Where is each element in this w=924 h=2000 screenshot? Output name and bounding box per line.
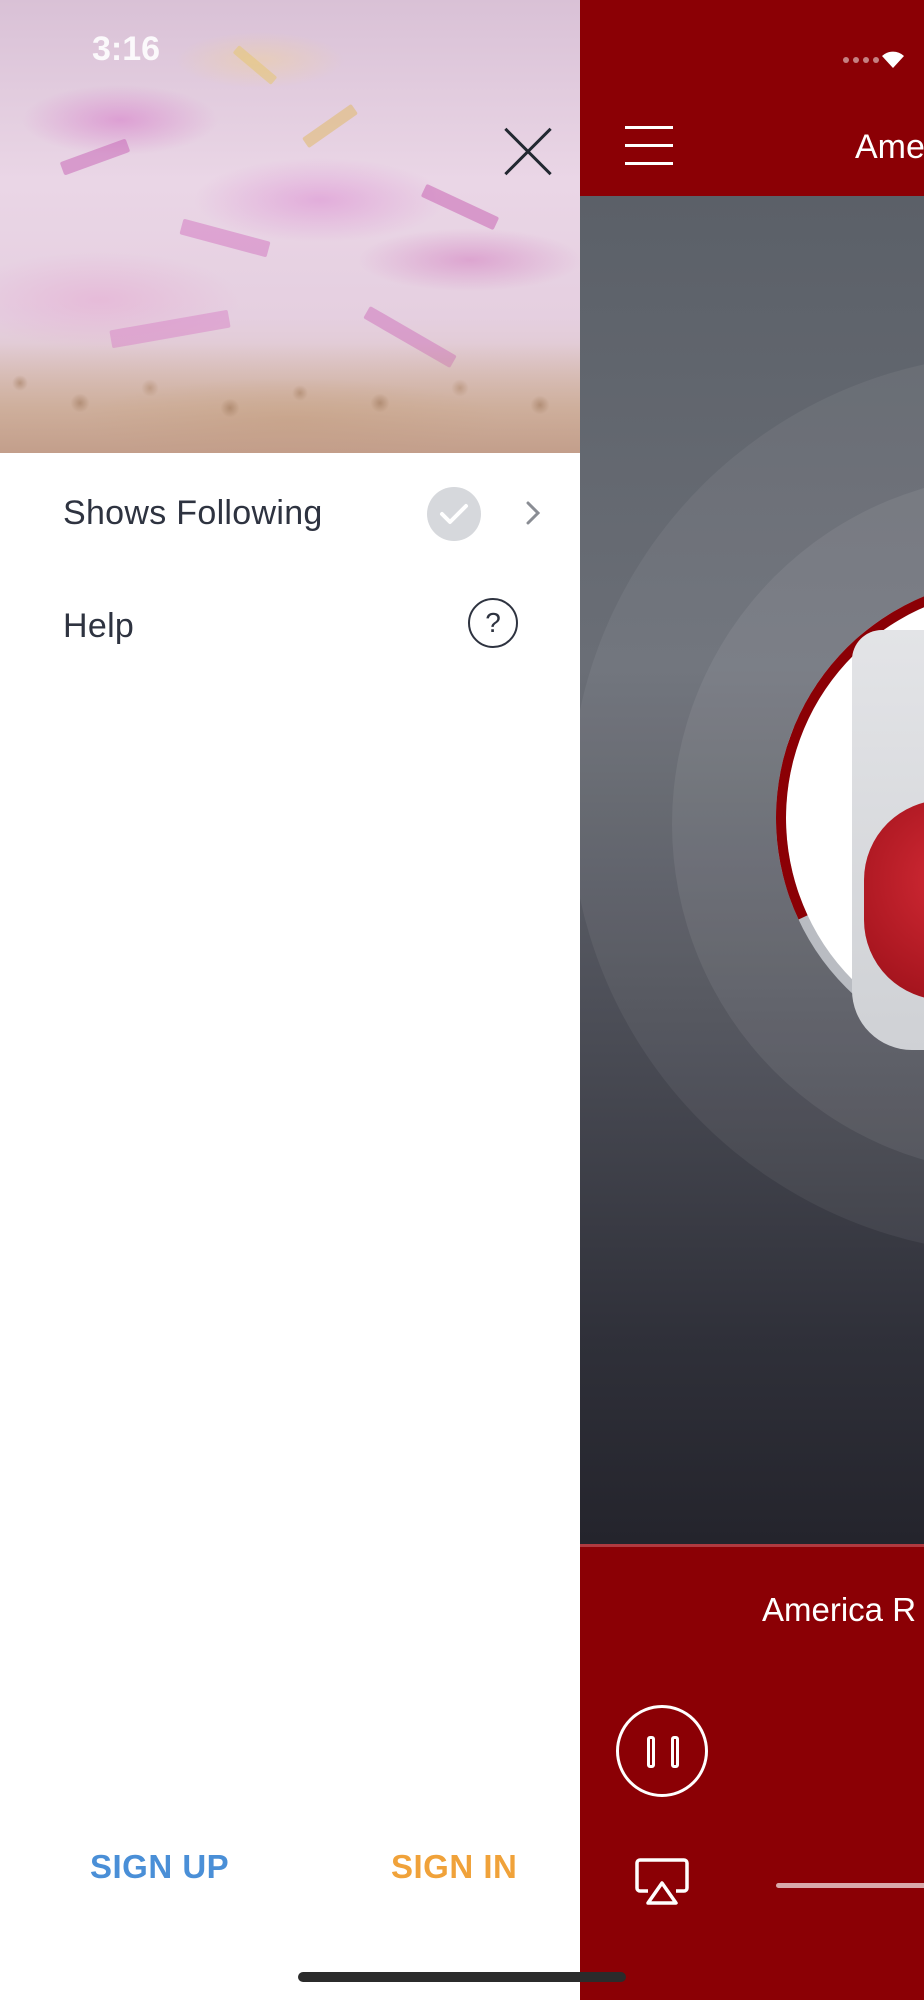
question-mark-icon: ? — [468, 598, 518, 648]
player-screen: Ame America R — [580, 0, 924, 2000]
now-playing-title: America R — [762, 1591, 917, 1628]
player-title: Ame — [855, 128, 924, 166]
menu-item-shows-following[interactable]: Shows Following — [0, 460, 580, 560]
drawer-header-image: 3:16 — [0, 0, 580, 453]
station-artwork — [580, 196, 924, 1544]
home-indicator — [298, 1972, 626, 1982]
status-time: 3:16 — [92, 30, 161, 68]
chevron-right-icon — [523, 500, 543, 525]
menu-item-help[interactable]: Help ? — [0, 570, 580, 670]
crowd-silhouette — [0, 343, 580, 453]
menu-item-label: Help — [63, 607, 135, 645]
ios-status-icons — [843, 51, 904, 68]
airplay-icon[interactable] — [634, 1857, 690, 1907]
sign-in-button[interactable]: SIGN IN — [391, 1848, 517, 1886]
menu-item-label: Shows Following — [63, 494, 323, 532]
pause-icon[interactable] — [616, 1705, 708, 1797]
player-header: Ame — [580, 0, 924, 196]
side-drawer: 3:16 Shows Following Help ? SIGN UP SIGN… — [0, 0, 580, 2000]
player-controls: America R — [580, 1544, 924, 2000]
close-icon[interactable] — [500, 124, 556, 180]
volume-slider[interactable] — [776, 1883, 924, 1888]
sign-up-button[interactable]: SIGN UP — [90, 1848, 229, 1886]
hamburger-menu-icon[interactable] — [625, 126, 673, 166]
checkmark-icon — [427, 487, 481, 541]
